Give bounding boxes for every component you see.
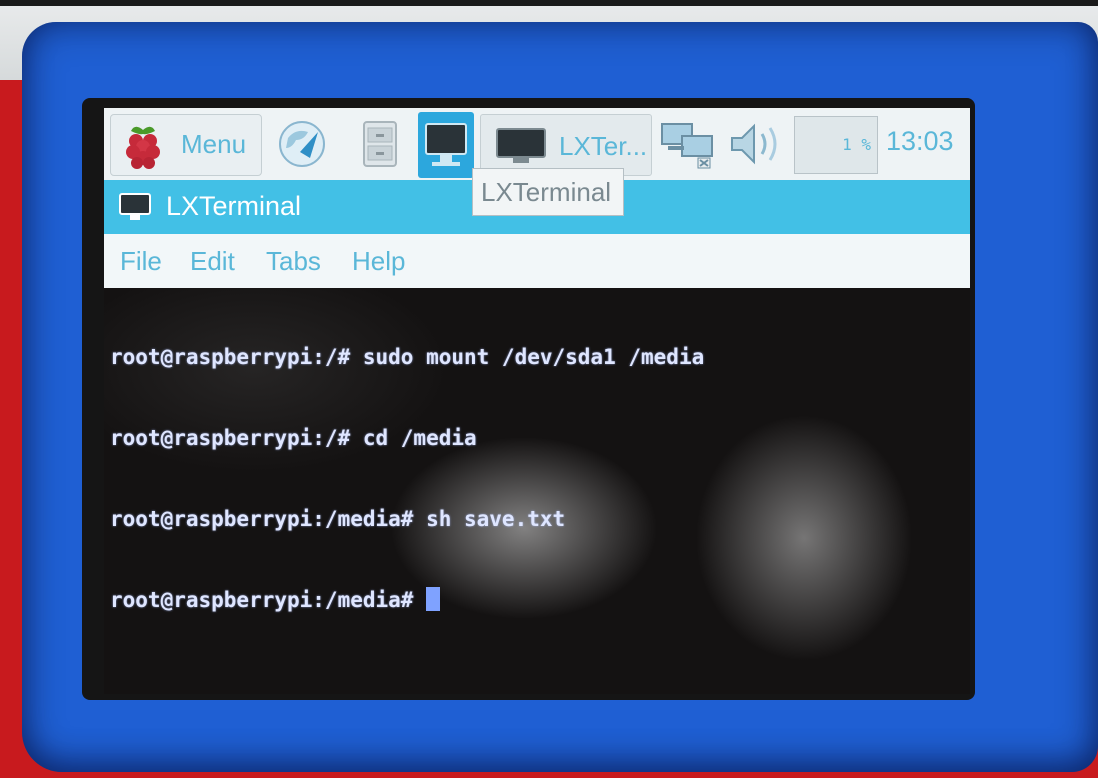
volume-icon[interactable] bbox=[726, 118, 788, 170]
tooltip: LXTerminal bbox=[472, 168, 624, 216]
raspberry-pi-icon bbox=[126, 126, 160, 169]
tooltip-text: LXTerminal bbox=[481, 177, 612, 207]
terminal-line: root@raspberrypi:/media# sh save.txt bbox=[110, 507, 566, 531]
terminal-line: root@raspberrypi:/# sudo mount /dev/sda1… bbox=[110, 345, 705, 369]
terminal-icon[interactable] bbox=[418, 112, 474, 178]
window-title: LXTerminal bbox=[166, 191, 302, 221]
taskbar-task-lxterminal[interactable]: LXTer... bbox=[480, 114, 652, 176]
file-manager-icon[interactable] bbox=[352, 118, 408, 170]
screen: Menu LXTer... 1 % 13:03 LXTerminal LXTer… bbox=[104, 108, 970, 694]
terminal-line: root@raspberrypi:/# cd /media bbox=[110, 426, 477, 450]
menu-edit[interactable]: Edit bbox=[190, 246, 235, 277]
terminal-output[interactable]: root@raspberrypi:/# sudo mount /dev/sda1… bbox=[110, 290, 966, 668]
cpu-usage: 1 % bbox=[842, 135, 871, 154]
menu-button[interactable]: Menu bbox=[110, 114, 262, 176]
menubar: File Edit Tabs Help bbox=[104, 234, 970, 288]
clock[interactable]: 13:03 bbox=[886, 126, 954, 157]
menu-tabs[interactable]: Tabs bbox=[266, 246, 321, 277]
menu-help[interactable]: Help bbox=[352, 246, 405, 277]
taskbar-task-label: LXTer... bbox=[559, 131, 648, 161]
terminal-cursor bbox=[426, 587, 441, 611]
top-border bbox=[0, 0, 1098, 6]
menu-label: Menu bbox=[181, 129, 247, 159]
terminal-prompt: root@raspberrypi:/media# bbox=[110, 588, 427, 612]
terminal-icon bbox=[119, 193, 151, 220]
web-browser-icon[interactable] bbox=[274, 118, 330, 170]
terminal-prompt-line: root@raspberrypi:/media# bbox=[110, 587, 966, 614]
terminal-icon bbox=[496, 128, 546, 163]
network-icon[interactable] bbox=[658, 118, 718, 170]
cpu-monitor[interactable]: 1 % bbox=[794, 116, 878, 174]
menu-file[interactable]: File bbox=[120, 246, 162, 277]
